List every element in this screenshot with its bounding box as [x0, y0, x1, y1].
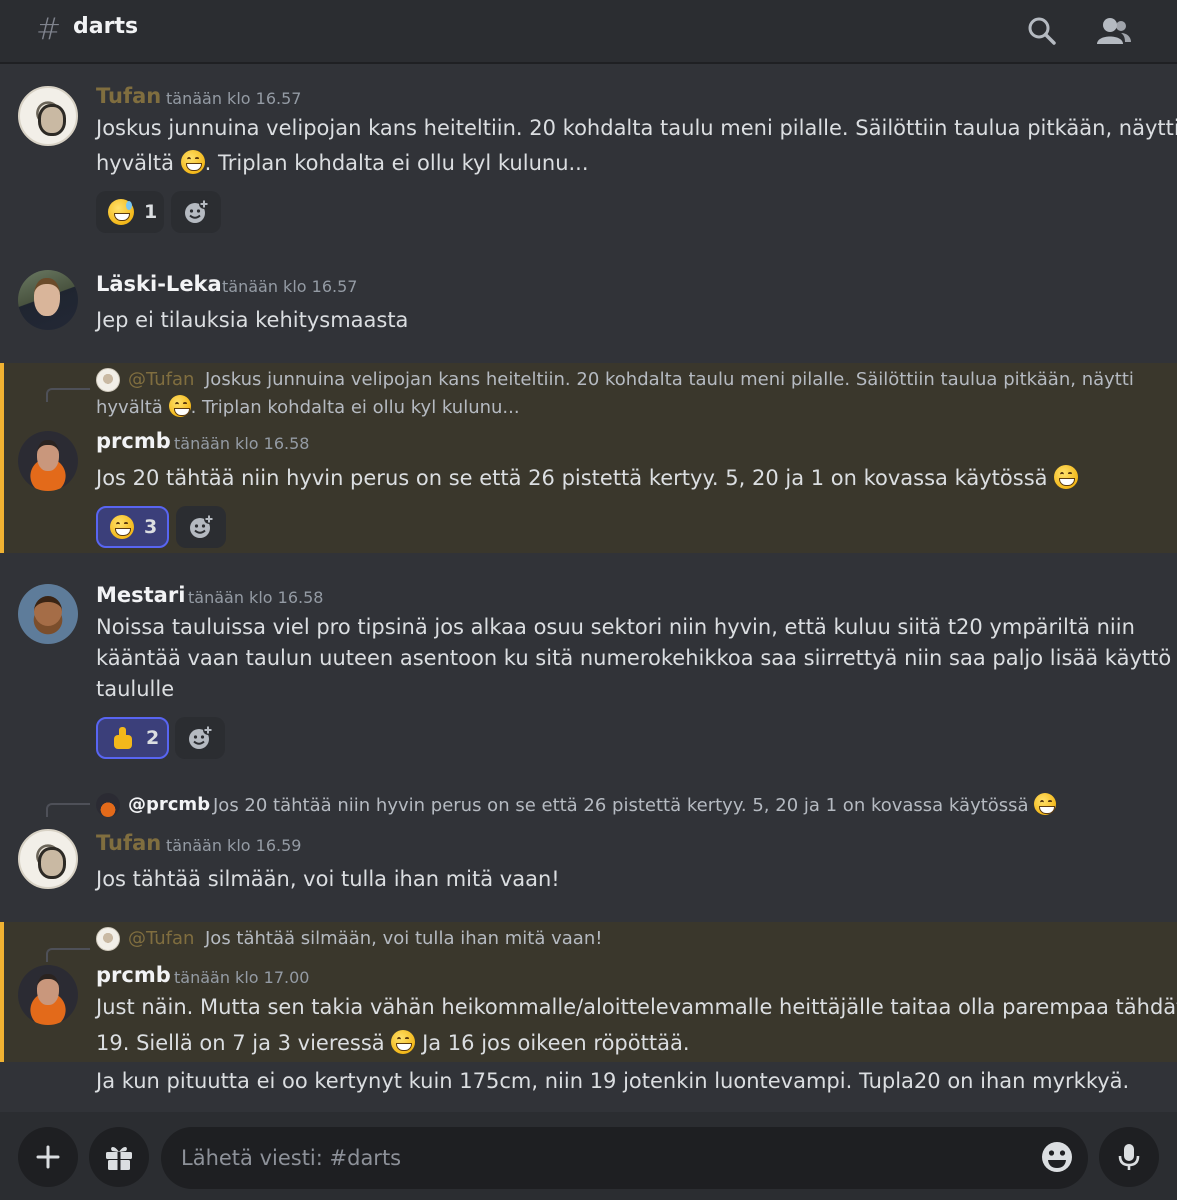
timestamp: tänään klo 16.59 [166, 836, 302, 855]
reaction-count: 3 [144, 516, 158, 538]
search-icon[interactable] [1022, 12, 1062, 52]
reply-text-segment: . Triplan kohdalta ei ollu kyl kulunu... [190, 397, 520, 418]
avatar[interactable] [18, 584, 78, 644]
message-text: Jep ei tilauksia kehitysmaasta [96, 308, 409, 332]
message-text-segment: Jos 20 tähtää niin hyvin perus on se ett… [96, 466, 1048, 490]
channel-name: darts [73, 14, 139, 39]
reply-preview[interactable]: Jos 20 tähtää niin hyvin perus on se ett… [213, 792, 1057, 820]
message-text: hyvältä . Triplan kohdalta ei ollu kyl k… [96, 148, 589, 179]
reaction-count: 2 [146, 727, 160, 749]
add-reaction-icon [190, 514, 214, 538]
author-name[interactable]: Läski-Leka [96, 272, 222, 296]
avatar[interactable] [18, 829, 78, 889]
channel-header: # darts [0, 0, 1177, 64]
add-reaction-icon [185, 199, 209, 223]
reply-author[interactable]: @prcmb [128, 794, 210, 815]
author-name[interactable]: Mestari [96, 583, 185, 607]
thumbs-up-emoji [110, 725, 136, 751]
grin-emoji [1034, 793, 1057, 815]
reply-connector [46, 948, 90, 962]
avatar[interactable] [18, 86, 78, 146]
message-text: Jos tähtää silmään, voi tulla ihan mitä … [96, 867, 560, 891]
timestamp: tänään klo 16.58 [188, 588, 324, 607]
timestamp: tänään klo 16.57 [222, 277, 358, 296]
reply-avatar [96, 368, 120, 392]
avatar[interactable] [18, 270, 78, 330]
reply-author[interactable]: @Tufan [128, 369, 194, 390]
voice-message-button[interactable] [1099, 1127, 1159, 1187]
author-name[interactable]: Tufan [96, 831, 161, 855]
author-name[interactable]: prcmb [96, 429, 171, 453]
message-text: Just näin. Mutta sen takia vähän heikomm… [96, 995, 1177, 1019]
reply-avatar [96, 927, 120, 951]
mic-icon [1118, 1144, 1140, 1170]
reaction-thumbs-up[interactable]: 2 [96, 717, 169, 759]
emoji-icon[interactable] [1036, 1136, 1078, 1178]
reply-text-segment: hyvältä [96, 397, 163, 418]
author-name[interactable]: Tufan [96, 84, 161, 108]
message-text: Joskus junnuina velipojan kans heiteltii… [96, 116, 1177, 140]
message-text-segment: 19. Siellä on 7 ja 3 vieressä [96, 1031, 385, 1055]
message-text: Ja kun pituutta ei oo kertynyt kuin 175c… [96, 1069, 1130, 1093]
grin-emoji [180, 150, 205, 174]
plus-icon [36, 1145, 60, 1169]
grin-emoji [110, 515, 134, 539]
add-reaction-button[interactable] [171, 191, 221, 233]
grin-emoji [1054, 465, 1079, 489]
reply-author[interactable]: @Tufan [128, 928, 194, 949]
timestamp: tänään klo 17.00 [174, 968, 310, 987]
reply-text-segment: Jos 20 tähtää niin hyvin perus on se ett… [213, 795, 1029, 816]
timestamp: tänään klo 16.57 [166, 89, 302, 108]
add-reaction-button[interactable] [175, 717, 225, 759]
message-list: Tufan tänään klo 16.57 Joskus junnuina v… [0, 66, 1177, 1112]
message-composer [0, 1112, 1177, 1200]
reaction-sweat-smile[interactable]: 1 [96, 191, 164, 233]
message-text-segment: hyvältä [96, 151, 174, 175]
grin-emoji [391, 1030, 416, 1054]
attach-button[interactable] [18, 1127, 78, 1187]
author-name[interactable]: prcmb [96, 963, 171, 987]
gift-icon [106, 1146, 132, 1170]
message-text: kääntää vaan taulun uuteen asentoon ku s… [96, 646, 1177, 670]
message-text: Noissa tauluissa viel pro tipsinä jos al… [96, 615, 1135, 639]
reaction-grin[interactable]: 3 [96, 506, 169, 548]
reply-connector [46, 388, 90, 402]
add-reaction-icon [189, 725, 213, 749]
avatar[interactable] [18, 965, 78, 1025]
timestamp: tänään klo 16.58 [174, 434, 310, 453]
message-text-segment: . Triplan kohdalta ei ollu kyl kulunu... [204, 151, 589, 175]
sweat-smile-emoji [108, 199, 134, 225]
gift-button[interactable] [89, 1127, 149, 1187]
add-reaction-button[interactable] [176, 506, 226, 548]
reply-preview[interactable]: Joskus junnuina velipojan kans heiteltii… [205, 366, 1134, 394]
message-text-segment: Ja 16 jos oikeen röpöttää. [422, 1031, 690, 1055]
message-text: taululle [96, 677, 175, 701]
reaction-count: 1 [144, 201, 158, 223]
avatar[interactable] [18, 431, 78, 491]
members-icon[interactable] [1094, 12, 1134, 52]
message-text: Jos 20 tähtää niin hyvin perus on se ett… [96, 463, 1079, 494]
reply-avatar [96, 793, 120, 817]
channel-hash-icon: # [36, 12, 62, 47]
message-input[interactable] [161, 1127, 1088, 1189]
reply-preview[interactable]: hyvältä . Triplan kohdalta ei ollu kyl k… [96, 394, 520, 422]
grin-emoji [168, 395, 191, 417]
message-text: 19. Siellä on 7 ja 3 vieressä Ja 16 jos … [96, 1028, 690, 1059]
reply-connector [46, 803, 90, 817]
reply-preview[interactable]: Jos tähtää silmään, voi tulla ihan mitä … [205, 925, 602, 953]
